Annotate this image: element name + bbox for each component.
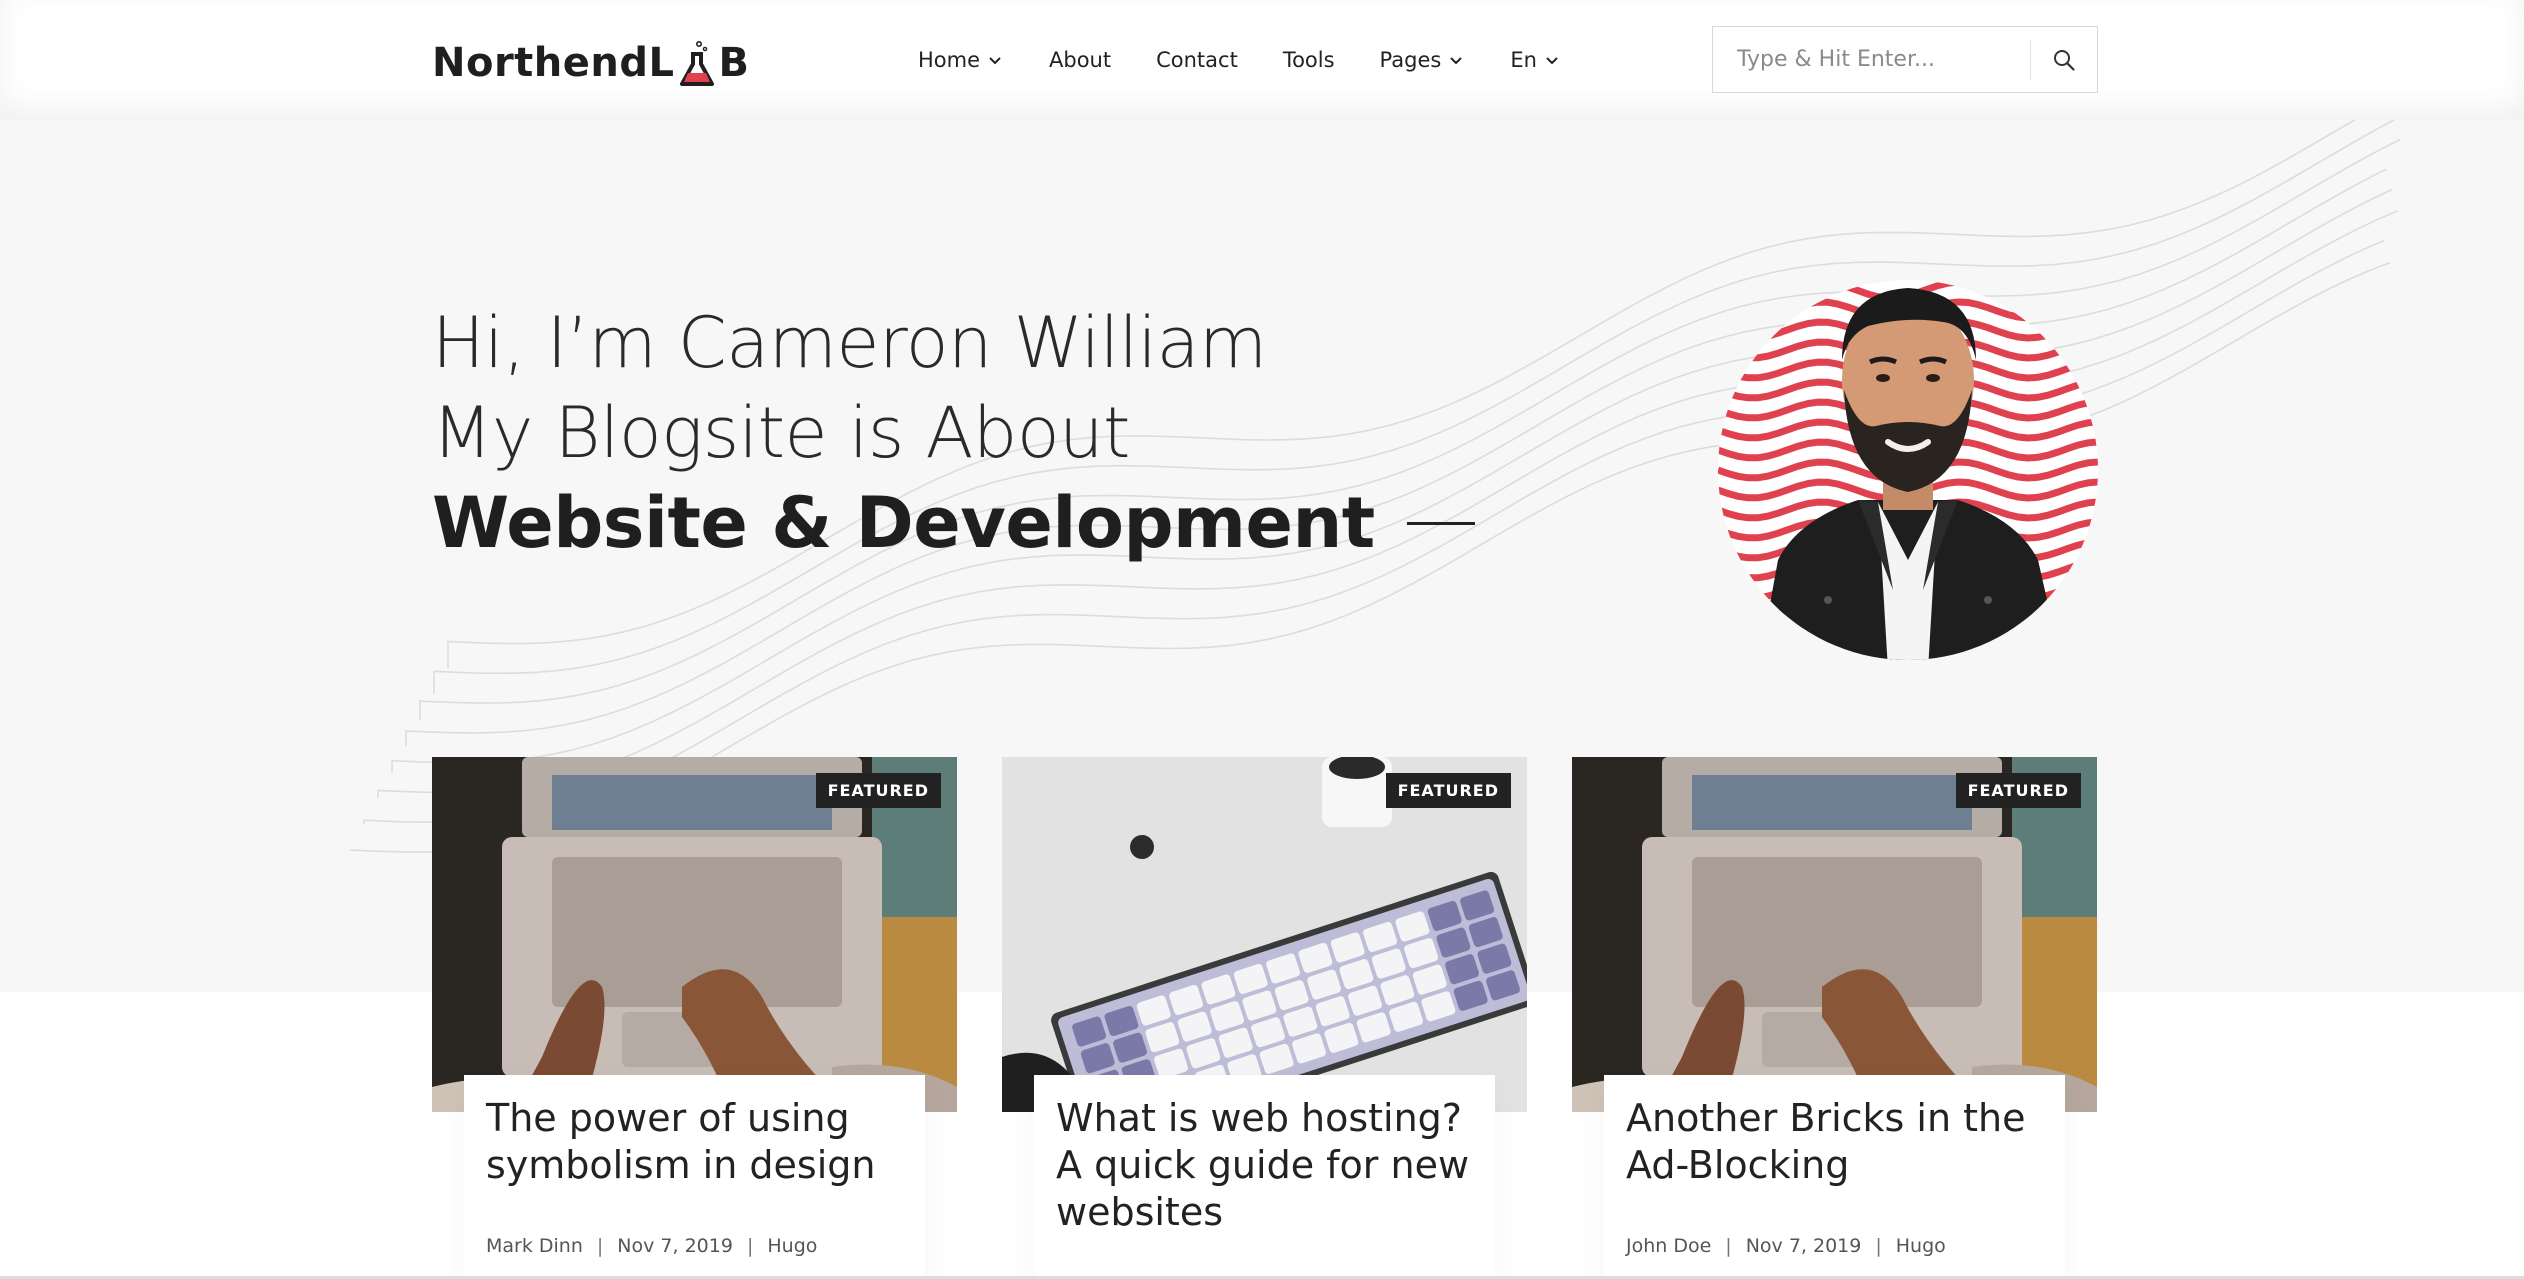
post-thumbnail[interactable]: FEATURED (432, 757, 957, 1112)
nav-item-label: Tools (1282, 48, 1335, 72)
site-logo[interactable]: Northend L B (432, 30, 750, 86)
meta-separator: | (596, 1235, 604, 1257)
post-title[interactable]: Another Bricks in the Ad-Blocking (1626, 1095, 2043, 1189)
author-avatar (1718, 280, 2098, 660)
post-author[interactable]: Mark Dinn (486, 1235, 583, 1257)
site-header: Northend L B Home About Contact Tools Pages E… (0, 0, 2524, 120)
featured-badge: FEATURED (1385, 773, 1511, 808)
post-date: Nov 7, 2019 (1745, 1235, 1862, 1257)
post-thumbnail[interactable]: FEATURED (1572, 757, 2097, 1112)
post-card-body: The power of using symbolism in design M… (464, 1075, 925, 1279)
logo-text-left: Northend (432, 40, 649, 86)
post-card[interactable]: FEATURED The power of using symbolism in… (432, 757, 957, 1279)
nav-item-tools[interactable]: Tools (1283, 48, 1335, 72)
search-icon (2054, 49, 2075, 71)
post-author[interactable]: John Doe (1626, 1235, 1711, 1257)
featured-badge: FEATURED (815, 773, 941, 808)
nav-item-en[interactable]: En (1510, 48, 1561, 72)
search-input[interactable] (1713, 27, 2031, 92)
nav-item-pages[interactable]: Pages (1380, 48, 1466, 72)
post-card-body: Another Bricks in the Ad-Blocking John D… (1604, 1075, 2065, 1279)
chevron-down-icon (1447, 51, 1465, 69)
post-category[interactable]: Hugo (767, 1235, 817, 1257)
search-box (1712, 26, 2098, 93)
post-title[interactable]: What is web hosting? A quick guide for n… (1056, 1095, 1473, 1236)
search-button[interactable] (2031, 27, 2097, 92)
avatar-circle (1718, 280, 2098, 660)
nav-item-label: Pages (1379, 48, 1442, 72)
meta-separator: | (746, 1235, 754, 1257)
nav-item-label: Home (918, 48, 981, 72)
hero-heading: Hi, I’m Cameron William My Blogsite is A… (432, 298, 1475, 568)
logo-text-right: B (718, 40, 750, 86)
meta-separator: | (1875, 1235, 1882, 1257)
nav-item-home[interactable]: Home (918, 48, 1004, 72)
chevron-down-icon (986, 51, 1004, 69)
hero-subtitle: My Blogsite is About (432, 392, 1130, 474)
nav-item-label: En (1510, 48, 1537, 72)
post-thumbnail[interactable]: FEATURED (1002, 757, 1527, 1112)
meta-separator: | (1725, 1235, 1732, 1257)
nav-item-label: Contact (1156, 48, 1238, 72)
post-card[interactable]: FEATURED Another Bricks in the Ad-Blocki… (1572, 757, 2097, 1279)
post-card[interactable]: FEATURED What is web hosting? A quick gu… (1002, 757, 1527, 1279)
featured-badge: FEATURED (1955, 773, 2081, 808)
main-nav: Home About Contact Tools Pages En (918, 40, 1606, 80)
nav-item-contact[interactable]: Contact (1156, 48, 1238, 72)
chevron-down-icon (1543, 51, 1561, 69)
hero-greeting: Hi, I’m Cameron William (432, 302, 1267, 384)
post-category[interactable]: Hugo (1896, 1235, 1946, 1257)
hero-dash-decoration (1406, 521, 1475, 525)
nav-item-about[interactable]: About (1049, 48, 1111, 72)
post-card-body: What is web hosting? A quick guide for n… (1034, 1075, 1495, 1279)
hero-topic-text: Website & Development (432, 482, 1375, 564)
hero-topic: Website & Development (432, 478, 1475, 568)
post-meta: Mark Dinn | Nov 7, 2019 | Hugo (486, 1235, 817, 1257)
post-title[interactable]: The power of using symbolism in design (486, 1095, 903, 1189)
logo-letter-l: L (648, 40, 675, 86)
post-meta: John Doe | Nov 7, 2019 | Hugo (1626, 1235, 1946, 1257)
flask-icon (679, 40, 714, 86)
post-date: Nov 7, 2019 (617, 1235, 733, 1257)
nav-item-label: About (1049, 48, 1112, 72)
